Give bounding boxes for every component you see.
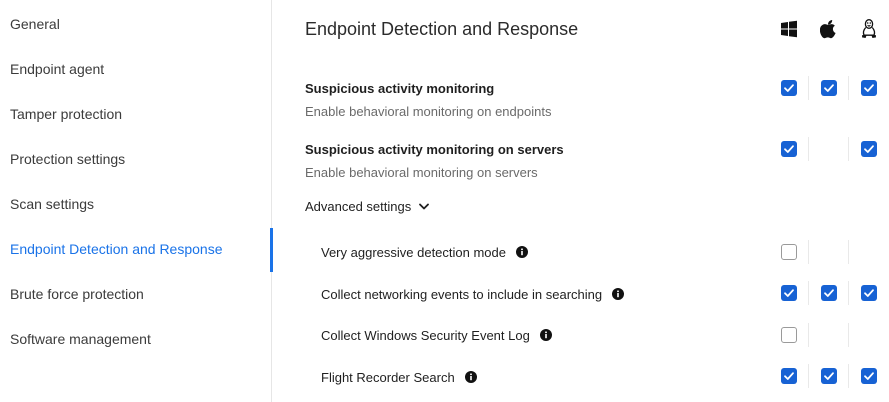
sidebar-item-tamper-protection[interactable]: Tamper protection (0, 92, 272, 137)
advanced-row-label: Very aggressive detection mode (321, 244, 506, 260)
sidebar-item-brute-force-protection[interactable]: Brute force protection (0, 272, 272, 317)
settings-sidebar: General Endpoint agent Tamper protection… (0, 0, 273, 402)
column-divider (848, 137, 849, 161)
checkbox-monitoring-windows[interactable] (781, 80, 797, 96)
setting-title-suspicious-activity-monitoring-servers: Suspicious activity monitoring on server… (305, 142, 564, 157)
checkbox-networking-events-windows[interactable] (781, 285, 797, 301)
advanced-settings-label: Advanced settings (305, 198, 412, 214)
checkbox-servers-windows[interactable] (781, 141, 797, 157)
apple-icon (819, 19, 839, 39)
column-divider (848, 240, 849, 264)
column-divider (808, 323, 809, 347)
sidebar-item-endpoint-detection-and-response[interactable]: Endpoint Detection and Response (0, 227, 273, 272)
setting-description: Enable behavioral monitoring on endpoint… (305, 104, 552, 119)
sidebar-item-software-management[interactable]: Software management (0, 317, 272, 362)
advanced-row-very-aggressive-detection-mode: Very aggressive detection mode (321, 243, 528, 261)
checkbox-flight-recorder-windows[interactable] (781, 368, 797, 384)
linux-icon (859, 19, 879, 39)
windows-icon (779, 19, 799, 39)
checkbox-aggressive-mode-windows[interactable] (781, 244, 797, 260)
checkbox-networking-events-linux[interactable] (861, 285, 877, 301)
advanced-settings-toggle[interactable]: Advanced settings (305, 197, 430, 215)
chevron-down-icon (419, 203, 430, 210)
sidebar-item-endpoint-agent[interactable]: Endpoint agent (0, 47, 272, 92)
page-title: Endpoint Detection and Response (305, 19, 579, 39)
column-divider (808, 76, 809, 100)
checkbox-monitoring-mac[interactable] (821, 80, 837, 96)
checkbox-servers-linux[interactable] (861, 141, 877, 157)
sidebar-item-general[interactable]: General (0, 2, 272, 47)
advanced-row-collect-networking-events: Collect networking events to include in … (321, 285, 625, 303)
advanced-row-collect-windows-security-event-log: Collect Windows Security Event Log (321, 326, 552, 344)
checkbox-security-event-log-windows[interactable] (781, 327, 797, 343)
sidebar-item-protection-settings[interactable]: Protection settings (0, 137, 272, 182)
checkbox-flight-recorder-mac[interactable] (821, 368, 837, 384)
column-divider (808, 137, 809, 161)
settings-main-panel: Endpoint Detection and Response Suspicio… (272, 0, 889, 402)
info-icon[interactable] (612, 288, 625, 300)
checkbox-flight-recorder-linux[interactable] (861, 368, 877, 384)
advanced-row-label: Collect networking events to include in … (321, 286, 603, 302)
sidebar-item-scan-settings[interactable]: Scan settings (0, 182, 272, 227)
column-divider (848, 364, 849, 388)
info-icon[interactable] (539, 329, 552, 341)
info-icon[interactable] (516, 246, 528, 258)
column-divider (808, 364, 809, 388)
column-divider (848, 281, 849, 305)
column-divider (808, 281, 809, 305)
advanced-row-label: Flight Recorder Search (321, 369, 455, 385)
checkbox-monitoring-linux[interactable] (861, 80, 877, 96)
advanced-row-flight-recorder-search: Flight Recorder Search (321, 368, 477, 386)
column-divider (808, 240, 809, 264)
column-divider (848, 76, 849, 100)
advanced-row-label: Collect Windows Security Event Log (321, 327, 530, 343)
checkbox-networking-events-mac[interactable] (821, 285, 837, 301)
column-divider (848, 323, 849, 347)
setting-title-suspicious-activity-monitoring: Suspicious activity monitoring (305, 81, 495, 96)
info-icon[interactable] (464, 371, 477, 383)
setting-description: Enable behavioral monitoring on servers (305, 165, 538, 180)
